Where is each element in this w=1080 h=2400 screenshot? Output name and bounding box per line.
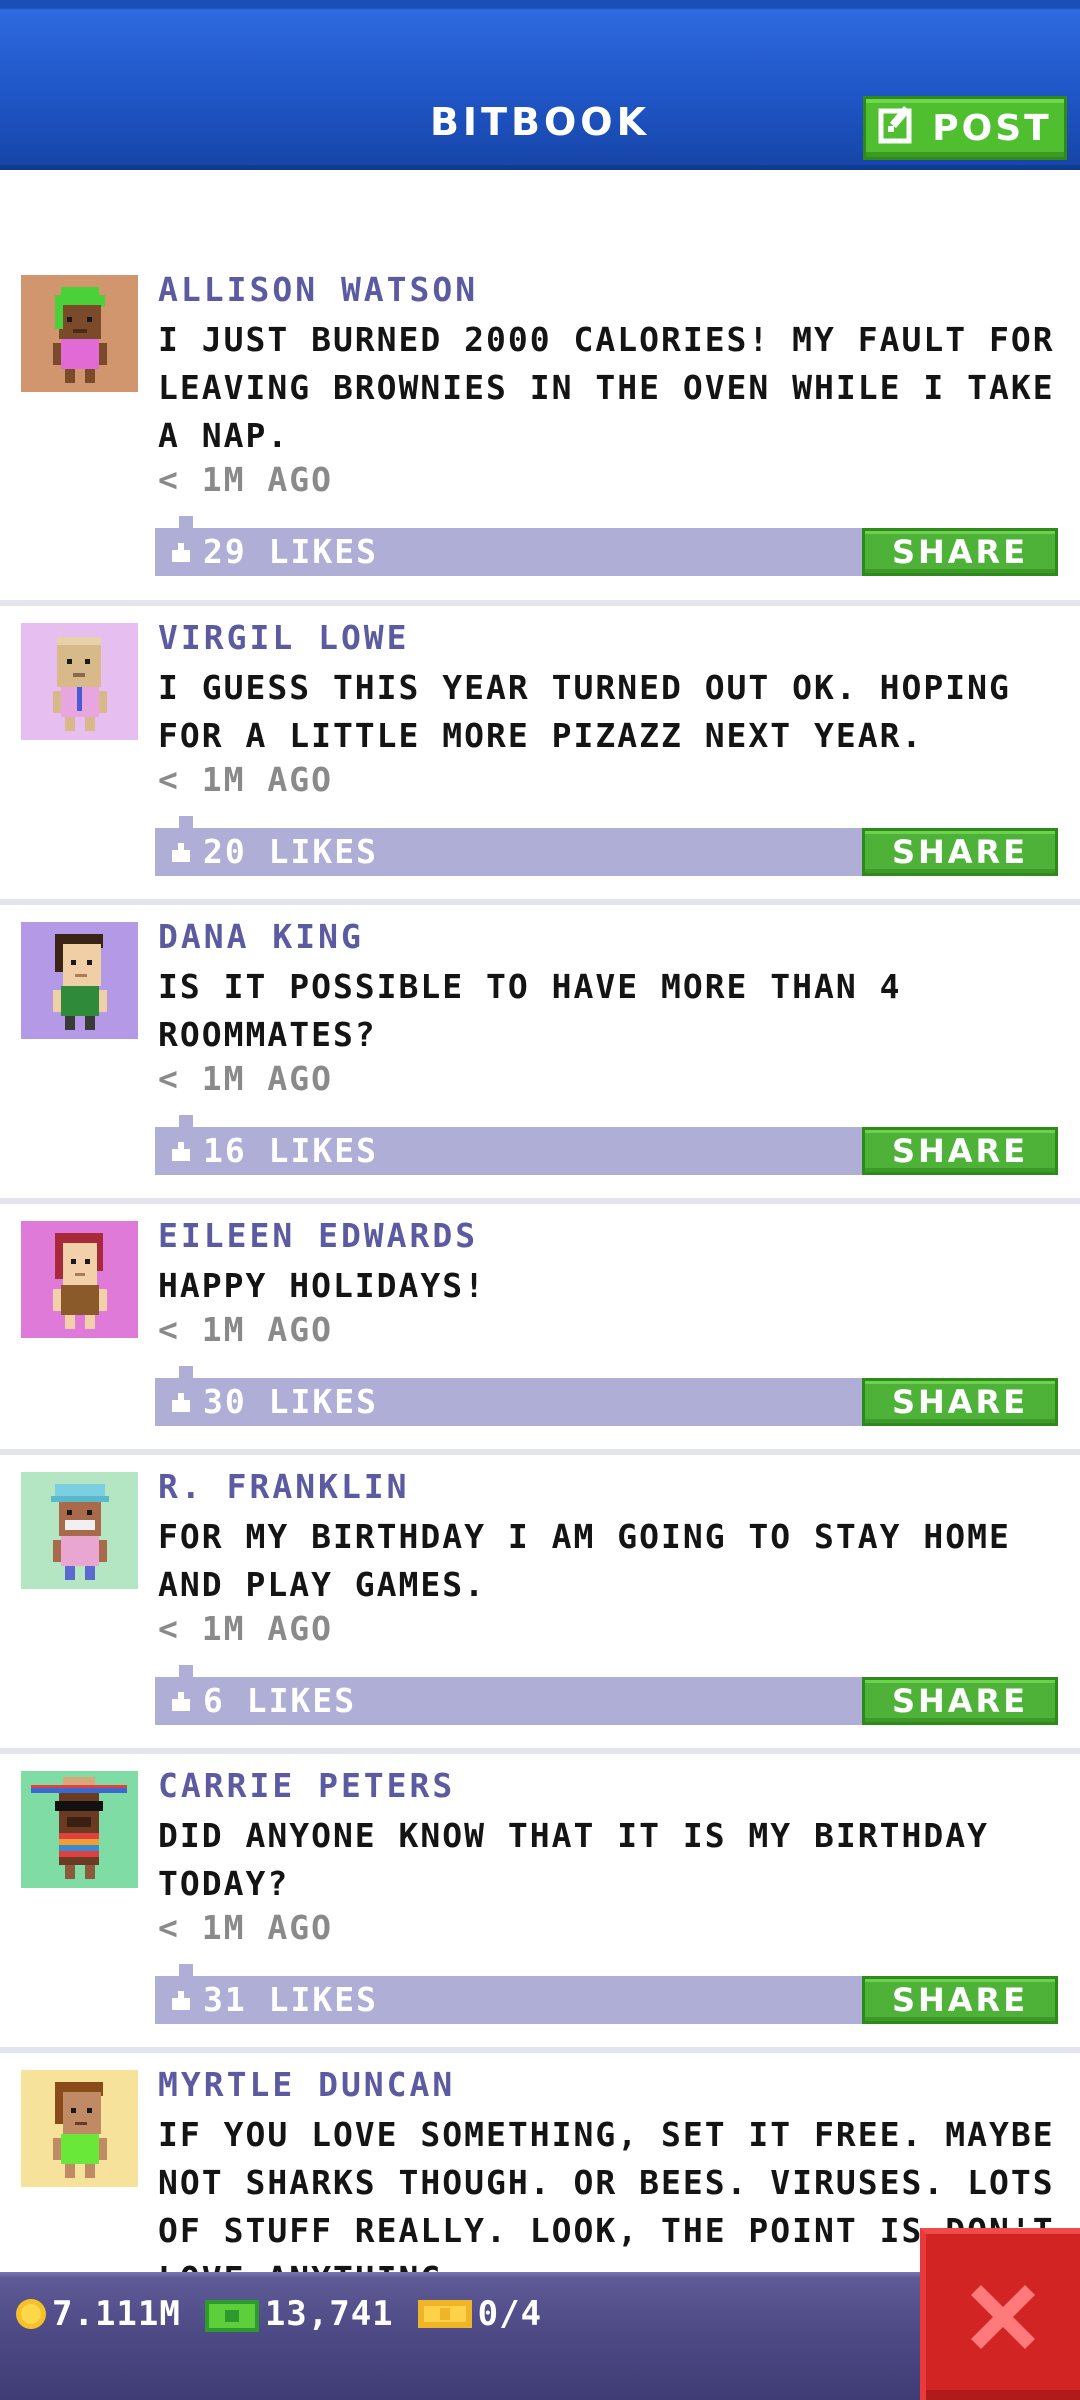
post-author[interactable]: CARRIE PETERS (158, 1766, 455, 1805)
tickets-stat[interactable]: 0/4 (416, 2294, 542, 2334)
feed-post: VIRGIL LOWE I GUESS THIS YEAR TURNED OUT… (0, 606, 1080, 899)
status-bar: 7.111M 13,741 0/4 (0, 2272, 1080, 2400)
compose-icon (878, 104, 918, 153)
news-feed[interactable]: ALLISON WATSON I JUST BURNED 2000 CALORI… (0, 258, 1080, 2395)
feed-post: EILEEN EDWARDS HAPPY HOLIDAYS! < 1M AGO … (0, 1204, 1080, 1449)
like-icon (172, 1141, 190, 1161)
likes-bar[interactable]: 30 LIKES (155, 1366, 862, 1426)
likes-bar[interactable]: 16 LIKES (155, 1115, 862, 1175)
post-message: DID ANYONE KNOW THAT IT IS MY BIRTHDAY T… (158, 1816, 989, 1903)
likes-count: 29 LIKES (203, 532, 378, 571)
likes-bar[interactable]: 31 LIKES (155, 1964, 862, 2024)
likes-count: 16 LIKES (203, 1131, 378, 1170)
likes-count: 31 LIKES (203, 1980, 378, 2019)
like-icon (172, 842, 190, 862)
share-button[interactable]: SHARE (862, 528, 1058, 576)
share-button[interactable]: SHARE (862, 1976, 1058, 2024)
avatar[interactable] (21, 922, 138, 1039)
share-button[interactable]: SHARE (862, 828, 1058, 876)
post-time: < 1M AGO (158, 460, 333, 499)
post-author[interactable]: DANA KING (158, 917, 364, 956)
post-time: < 1M AGO (158, 760, 333, 799)
ticket-icon (417, 2300, 472, 2328)
coins-stat[interactable]: 7.111M (14, 2294, 181, 2334)
post-author[interactable]: VIRGIL LOWE (158, 618, 410, 657)
app-header: BITBOOK POST (0, 0, 1080, 170)
avatar[interactable] (21, 2070, 138, 2187)
avatar[interactable] (21, 1771, 138, 1888)
share-button[interactable]: SHARE (862, 1378, 1058, 1426)
avatar[interactable] (21, 1221, 138, 1338)
post-message: I GUESS THIS YEAR TURNED OUT OK. HOPING … (158, 668, 1011, 755)
avatar[interactable] (21, 1472, 138, 1589)
share-button[interactable]: SHARE (862, 1677, 1058, 1725)
avatar[interactable] (21, 275, 138, 392)
feed-post: R. FRANKLIN FOR MY BIRTHDAY I AM GOING T… (0, 1455, 1080, 1748)
post-time: < 1M AGO (158, 1310, 333, 1349)
like-icon (172, 1990, 190, 2010)
like-icon (172, 1691, 190, 1711)
likes-bar[interactable]: 6 LIKES (155, 1665, 862, 1725)
likes-bar[interactable]: 29 LIKES (155, 516, 862, 576)
post-button[interactable]: POST (863, 96, 1067, 160)
feed-post: ALLISON WATSON I JUST BURNED 2000 CALORI… (0, 258, 1080, 600)
post-author[interactable]: ALLISON WATSON (158, 270, 478, 309)
post-author[interactable]: EILEEN EDWARDS (158, 1216, 478, 1255)
bux-value: 13,741 (264, 2294, 394, 2334)
post-time: < 1M AGO (158, 1908, 333, 1947)
like-icon (172, 1392, 190, 1412)
close-icon (971, 2285, 1035, 2349)
likes-count: 30 LIKES (203, 1382, 378, 1421)
tickets-value: 0/4 (477, 2294, 543, 2334)
coins-value: 7.111M (52, 2294, 181, 2334)
currency-stats: 7.111M 13,741 0/4 (14, 2294, 564, 2334)
post-time: < 1M AGO (158, 1059, 333, 1098)
likes-bar[interactable]: 20 LIKES (155, 816, 862, 876)
like-icon (172, 542, 190, 562)
post-message: I JUST BURNED 2000 CALORIES! MY FAULT FO… (158, 320, 1055, 455)
post-message: HAPPY HOLIDAYS! (158, 1266, 487, 1305)
close-button[interactable] (920, 2228, 1080, 2400)
coin-icon (16, 2299, 46, 2329)
feed-post: DANA KING IS IT POSSIBLE TO HAVE MORE TH… (0, 905, 1080, 1198)
post-author[interactable]: MYRTLE DUNCAN (158, 2065, 455, 2104)
post-author[interactable]: R. FRANKLIN (158, 1467, 410, 1506)
likes-count: 6 LIKES (203, 1681, 357, 1720)
post-time: < 1M AGO (158, 1609, 333, 1648)
post-button-label: POST (932, 107, 1052, 149)
feed-post: CARRIE PETERS DID ANYONE KNOW THAT IT IS… (0, 1754, 1080, 2047)
avatar[interactable] (21, 623, 138, 740)
share-button[interactable]: SHARE (862, 1127, 1058, 1175)
bux-stat[interactable]: 13,741 (203, 2294, 394, 2334)
likes-count: 20 LIKES (203, 832, 378, 871)
post-message: FOR MY BIRTHDAY I AM GOING TO STAY HOME … (158, 1517, 1011, 1604)
post-message: IS IT POSSIBLE TO HAVE MORE THAN 4 ROOMM… (158, 967, 902, 1054)
bux-icon (204, 2300, 259, 2332)
